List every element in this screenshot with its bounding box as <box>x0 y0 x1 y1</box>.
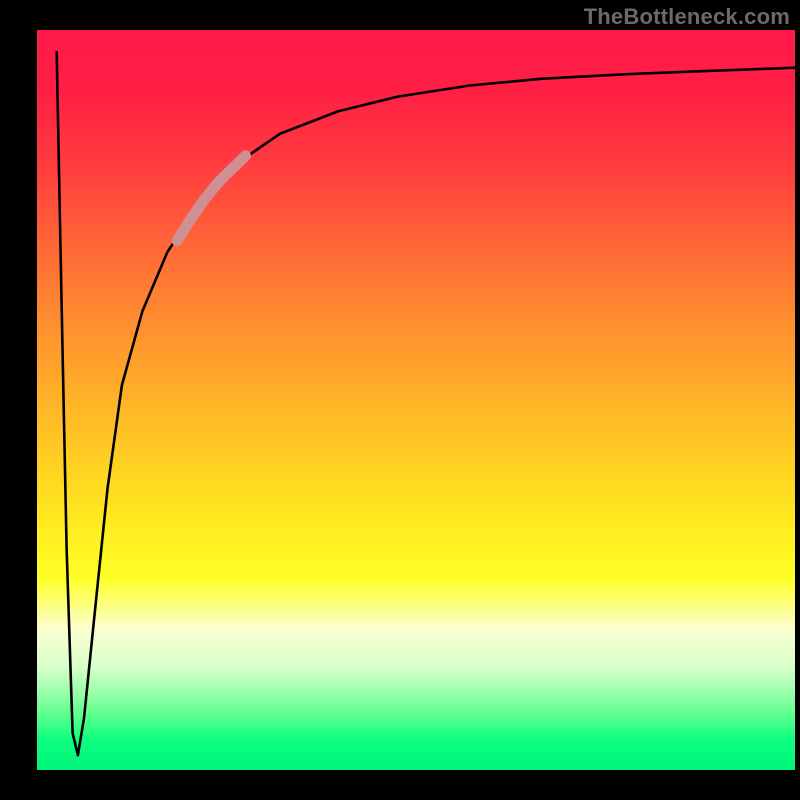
chart-svg <box>0 0 800 800</box>
curve-path <box>57 52 795 755</box>
chart-frame: TheBottleneck.com <box>0 0 800 800</box>
highlight-segment <box>177 156 245 241</box>
watermark-text: TheBottleneck.com <box>584 4 790 30</box>
